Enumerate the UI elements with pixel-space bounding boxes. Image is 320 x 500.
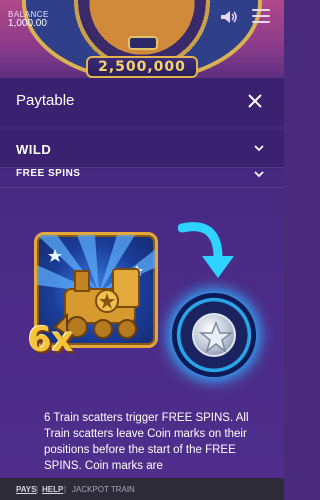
nav-pays[interactable]: PAYS	[16, 485, 36, 494]
curved-arrow-icon	[178, 222, 234, 278]
nav-jackpot-train[interactable]: JACKPOT TRAIN	[72, 485, 135, 494]
paytable-header: Paytable	[0, 78, 284, 126]
paytable-panel: Paytable WILD FREE SPINS 6x 6 Train scat…	[0, 78, 284, 478]
chevron-down-icon	[254, 145, 264, 152]
chevron-down-icon	[254, 171, 264, 178]
bottom-nav: PAYS | HELP | JACKPOT TRAIN	[0, 478, 284, 500]
nav-separator: |	[64, 485, 67, 494]
nav-separator: |	[36, 485, 39, 494]
section-free-spins[interactable]: FREE SPINS	[0, 160, 284, 188]
close-icon[interactable]	[248, 94, 262, 108]
free-spins-description: 6 Train scatters trigger FREE SPINS. All…	[44, 412, 249, 472]
section-label: WILD	[16, 142, 52, 157]
coin-mark-symbol	[172, 293, 256, 377]
jackpot-value: 2,500,000	[86, 56, 198, 78]
balance-value: 1,000.00	[8, 18, 47, 29]
free-spins-illustration: 6x	[0, 198, 284, 398]
nav-help[interactable]: HELP	[42, 485, 63, 494]
wheel-cap	[128, 36, 158, 50]
section-label: FREE SPINS	[16, 168, 81, 179]
game-background: 2,500,000 BALANCE 1,000.00	[0, 0, 284, 80]
paytable-title: Paytable	[16, 92, 75, 109]
star-coin-icon	[192, 313, 236, 357]
speaker-icon[interactable]	[220, 10, 238, 24]
hamburger-icon[interactable]	[252, 9, 270, 23]
scatter-multiplier: 6x	[28, 320, 74, 360]
